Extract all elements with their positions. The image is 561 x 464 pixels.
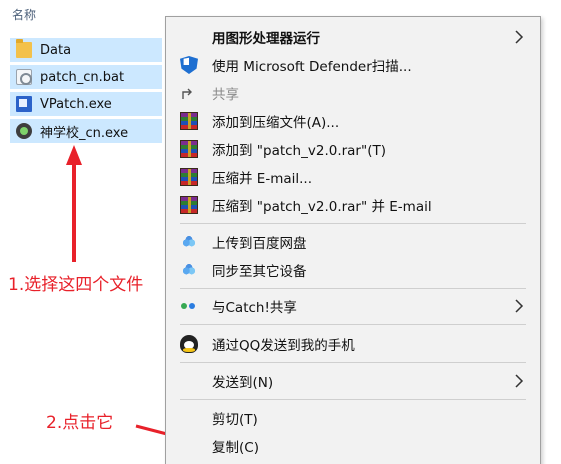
menu-separator xyxy=(180,399,526,400)
menu-item-label: 添加到压缩文件(A)... xyxy=(212,115,340,131)
baidu-cloud-icon xyxy=(180,261,198,279)
share-icon xyxy=(182,88,192,99)
menu-separator xyxy=(180,324,526,325)
context-menu: 用图形处理器运行 使用 Microsoft Defender扫描... 共享 添… xyxy=(165,16,541,464)
menu-item-compress-rar-email[interactable]: 压缩到 "patch_v2.0.rar" 并 E-mail xyxy=(166,191,540,219)
chevron-right-icon xyxy=(515,30,524,44)
menu-item-label: 添加到 "patch_v2.0.rar"(T) xyxy=(212,143,386,159)
menu-item-label: 同步至其它设备 xyxy=(212,264,307,280)
qq-icon xyxy=(180,335,198,353)
menu-item-label: 共享 xyxy=(212,87,239,103)
chevron-right-icon xyxy=(515,374,524,388)
menu-item-defender-scan[interactable]: 使用 Microsoft Defender扫描... xyxy=(166,51,540,79)
annotation-step1: 1.选择这四个文件 xyxy=(8,275,144,295)
chevron-right-icon xyxy=(515,299,524,313)
winrar-icon xyxy=(180,168,198,186)
menu-item-label: 上传到百度网盘 xyxy=(212,236,307,252)
menu-item-send-qq[interactable]: 通过QQ发送到我的手机 xyxy=(166,330,540,358)
baidu-cloud-icon xyxy=(180,233,198,251)
menu-item-label: 与Catch!共享 xyxy=(212,300,297,316)
menu-item-share[interactable]: 共享 xyxy=(166,79,540,107)
menu-item-label: 复制(C) xyxy=(212,440,259,456)
menu-item-label: 压缩并 E-mail... xyxy=(212,171,312,187)
menu-item-share-catch[interactable]: 与Catch!共享 xyxy=(166,292,540,320)
arrow-head-up xyxy=(66,145,82,165)
menu-separator xyxy=(180,288,526,289)
winrar-icon xyxy=(180,196,198,214)
menu-item-add-to-archive[interactable]: 添加到压缩文件(A)... xyxy=(166,107,540,135)
menu-item-send-to[interactable]: 发送到(N) xyxy=(166,367,540,395)
menu-item-upload-baidu[interactable]: 上传到百度网盘 xyxy=(166,228,540,256)
defender-shield-icon xyxy=(180,56,198,74)
menu-item-label: 剪切(T) xyxy=(212,412,258,428)
annotation-step2: 2.点击它 xyxy=(46,413,114,433)
menu-item-compress-email[interactable]: 压缩并 E-mail... xyxy=(166,163,540,191)
winrar-icon xyxy=(180,112,198,130)
catch-icon xyxy=(180,297,198,315)
menu-item-label: 通过QQ发送到我的手机 xyxy=(212,338,355,354)
menu-item-label: 压缩到 "patch_v2.0.rar" 并 E-mail xyxy=(212,199,432,215)
menu-item-label: 使用 Microsoft Defender扫描... xyxy=(212,59,412,75)
menu-item-run-with-gpu[interactable]: 用图形处理器运行 xyxy=(166,23,540,51)
menu-item-add-to-rar[interactable]: 添加到 "patch_v2.0.rar"(T) xyxy=(166,135,540,163)
menu-item-copy[interactable]: 复制(C) xyxy=(166,432,540,460)
menu-item-cut[interactable]: 剪切(T) xyxy=(166,404,540,432)
menu-separator xyxy=(180,223,526,224)
menu-item-label: 用图形处理器运行 xyxy=(212,31,320,47)
menu-item-sync-devices[interactable]: 同步至其它设备 xyxy=(166,256,540,284)
menu-separator xyxy=(180,362,526,363)
menu-item-label: 发送到(N) xyxy=(212,375,274,391)
winrar-icon xyxy=(180,140,198,158)
